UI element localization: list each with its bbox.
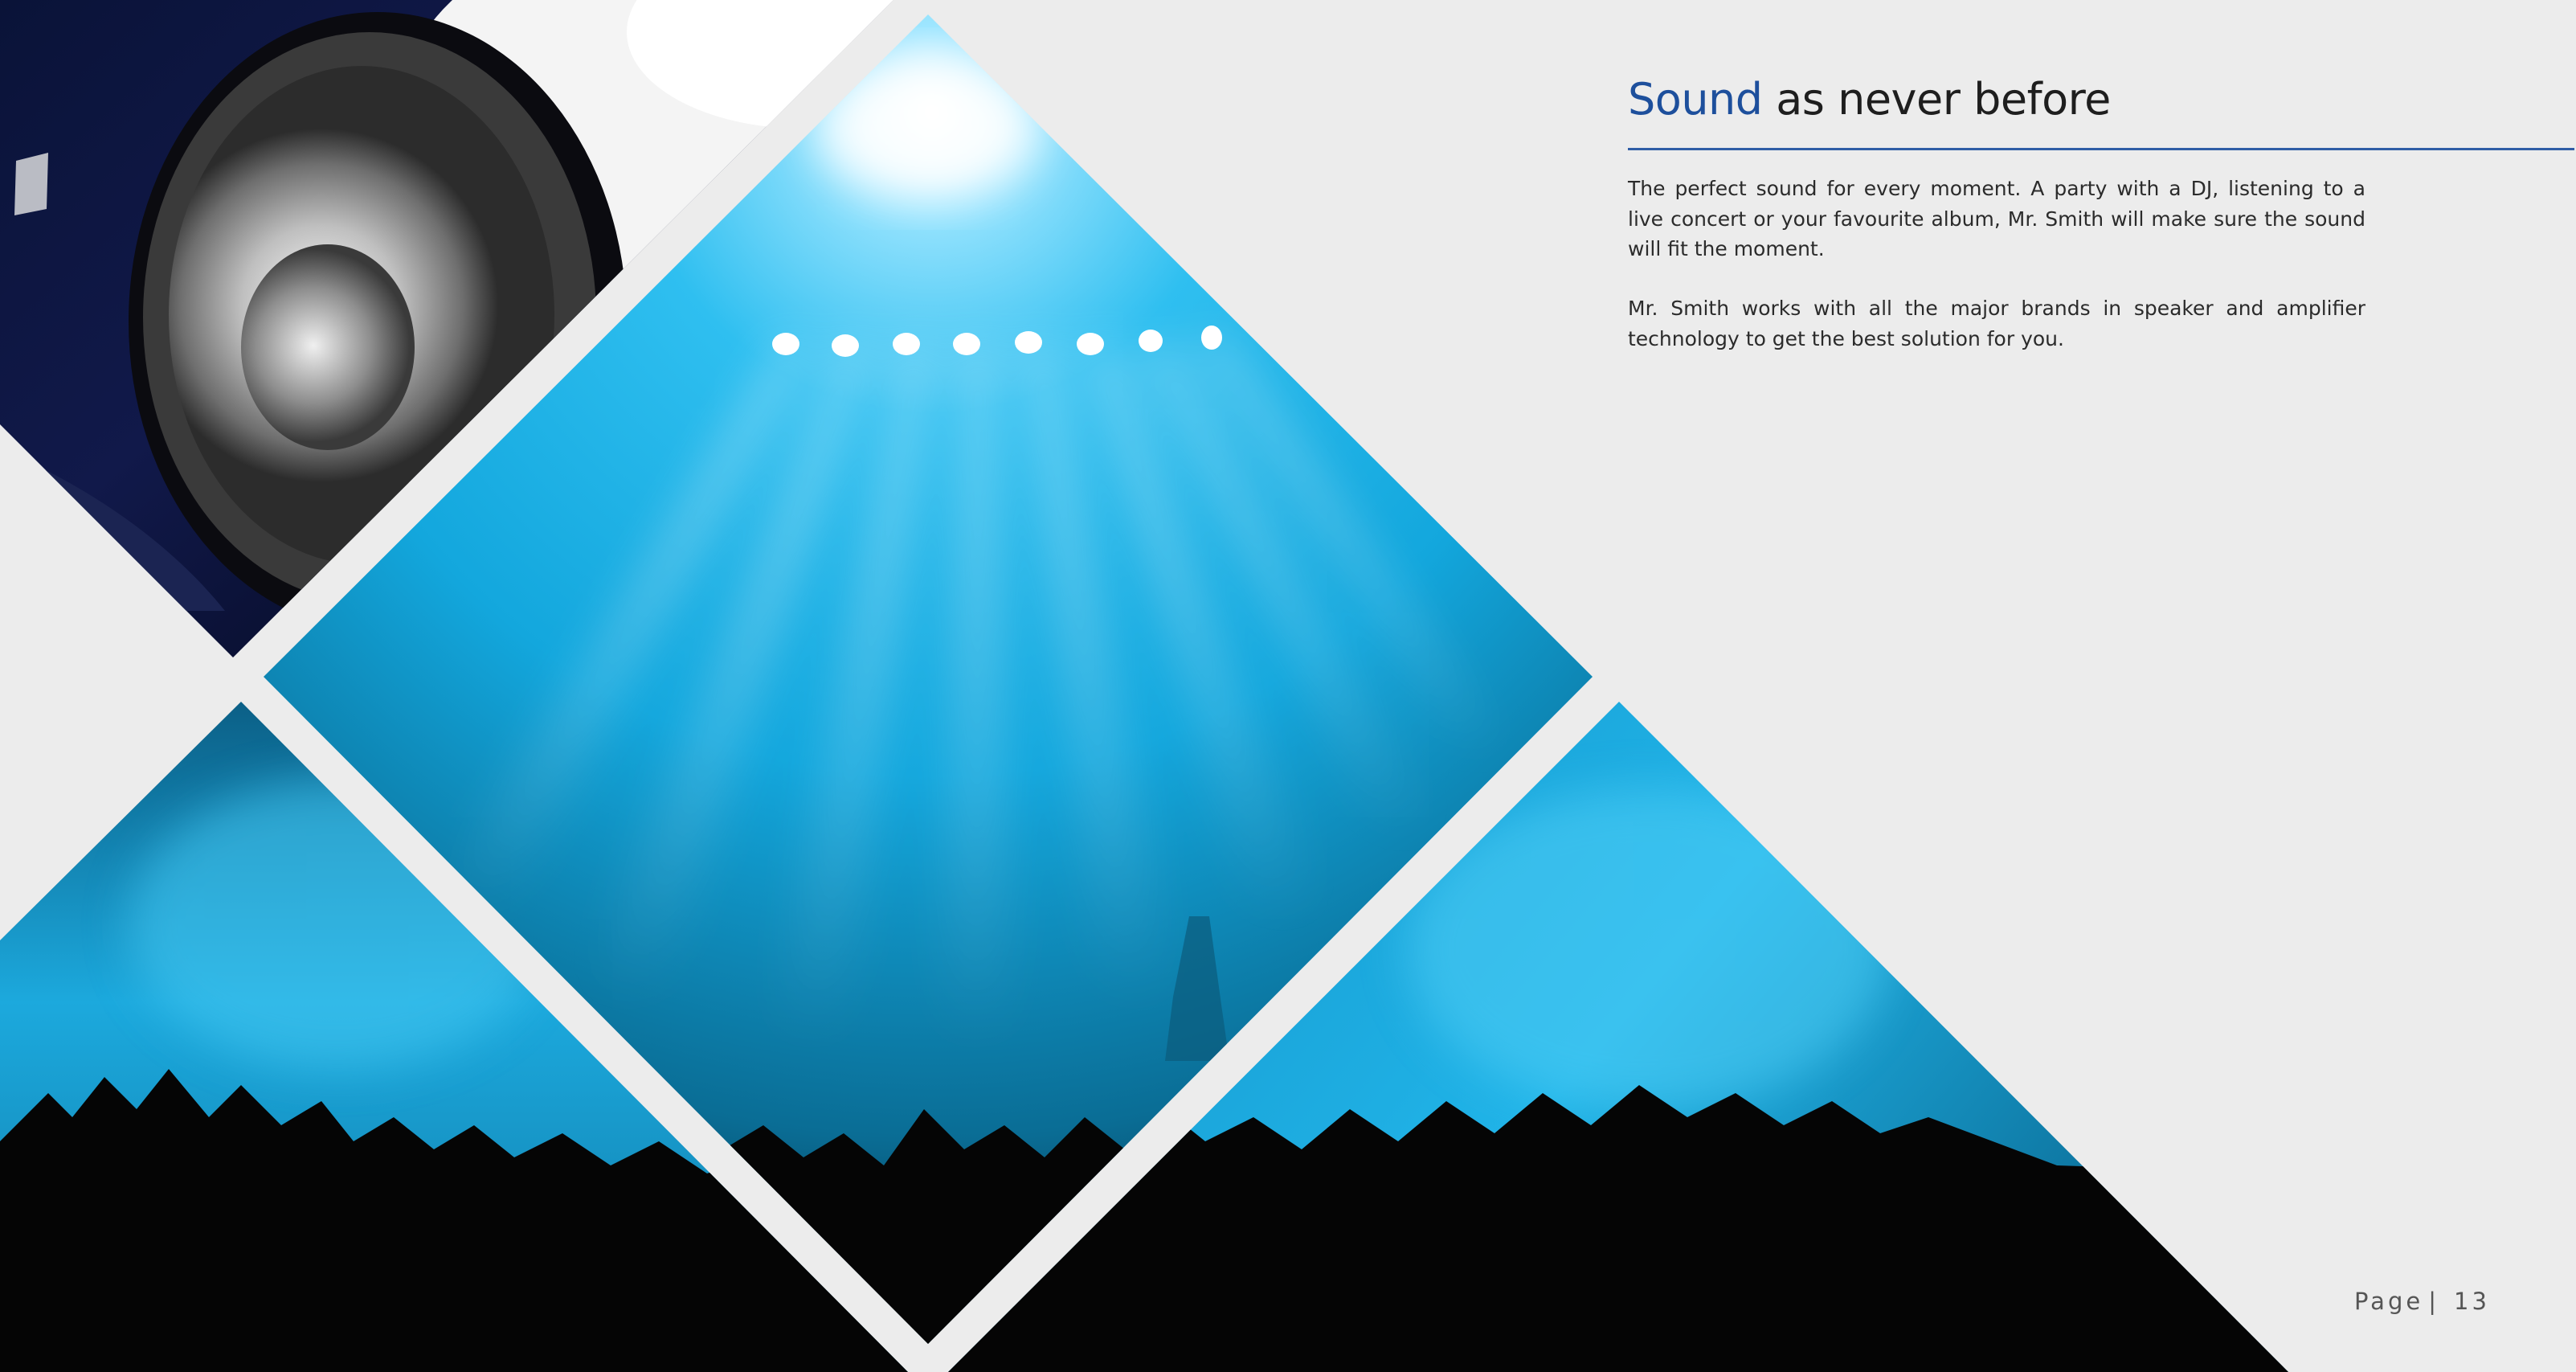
page-title: Sound as never before [1628, 71, 2111, 129]
page-label: Page [2354, 1288, 2424, 1315]
page-separator: | [2428, 1288, 2439, 1315]
title-accent-word: Sound [1628, 74, 1763, 125]
page-footer: Page | 13 [2354, 1288, 2490, 1315]
page-number-value: 13 [2454, 1288, 2490, 1315]
title-rest: as never before [1762, 74, 2111, 125]
title-divider [1628, 148, 2574, 150]
intro-paragraph: The perfect sound for every moment. A pa… [1628, 177, 2365, 260]
brochure-page: Sound as never before The perfect sound … [0, 0, 2576, 1372]
brands-paragraph: Mr. Smith works with all the major brand… [1628, 297, 2365, 350]
